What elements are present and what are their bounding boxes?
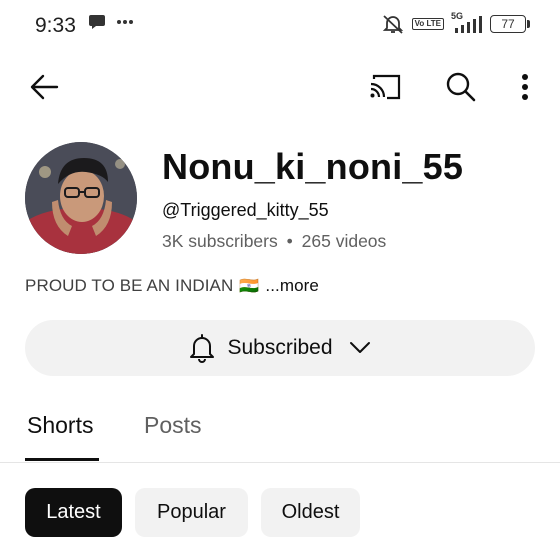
channel-name: Nonu_ki_noni_55 bbox=[162, 146, 464, 187]
tabs-divider bbox=[0, 462, 560, 463]
channel-avatar[interactable] bbox=[25, 142, 137, 254]
more-dots-icon bbox=[117, 20, 133, 24]
chat-bubble-icon bbox=[89, 15, 105, 29]
network-type: 5G bbox=[451, 11, 464, 21]
more-vertical-icon bbox=[522, 74, 528, 100]
chip-popular[interactable]: Popular bbox=[135, 488, 248, 537]
chip-oldest[interactable]: Oldest bbox=[261, 488, 360, 537]
cast-icon bbox=[370, 74, 401, 100]
subscribed-button[interactable]: Subscribed bbox=[25, 320, 535, 376]
status-left-icons bbox=[88, 14, 134, 30]
more-link[interactable]: ...more bbox=[265, 276, 319, 296]
channel-description[interactable]: PROUD TO BE AN INDIAN 🇮🇳 ...more bbox=[25, 276, 319, 296]
arrow-left-icon bbox=[30, 74, 59, 100]
video-count: 265 videos bbox=[301, 231, 387, 251]
battery-indicator: 77 bbox=[490, 15, 530, 33]
status-right-icons: Vo LTE 5G 77 bbox=[381, 11, 530, 35]
india-flag-emoji: 🇮🇳 bbox=[239, 278, 260, 295]
signal-indicator: 5G bbox=[451, 11, 483, 33]
stats-separator: • bbox=[286, 231, 293, 251]
channel-stats: 3K subscribers • 265 videos bbox=[162, 231, 386, 252]
tab-shorts[interactable]: Shorts bbox=[27, 412, 93, 439]
active-tab-indicator bbox=[25, 458, 99, 461]
silent-bell-icon bbox=[382, 15, 403, 34]
subscriber-count: 3K subscribers bbox=[162, 231, 278, 251]
channel-handle: @Triggered_kitty_55 bbox=[162, 200, 329, 220]
tab-posts[interactable]: Posts bbox=[144, 412, 202, 439]
avatar-illustration bbox=[25, 142, 137, 254]
back-button[interactable] bbox=[25, 68, 63, 106]
description-text: PROUD TO BE AN INDIAN bbox=[25, 276, 234, 295]
volte-indicator: Vo LTE bbox=[411, 18, 444, 30]
status-time: 9:33 bbox=[35, 14, 76, 37]
bell-icon bbox=[190, 334, 215, 363]
more-options-button[interactable] bbox=[510, 67, 540, 107]
search-icon bbox=[446, 72, 476, 102]
cast-button[interactable] bbox=[365, 68, 405, 106]
chip-latest[interactable]: Latest bbox=[25, 488, 122, 537]
subscribed-label: Subscribed bbox=[227, 336, 333, 359]
search-button[interactable] bbox=[441, 67, 481, 107]
chevron-down-icon bbox=[349, 342, 370, 353]
